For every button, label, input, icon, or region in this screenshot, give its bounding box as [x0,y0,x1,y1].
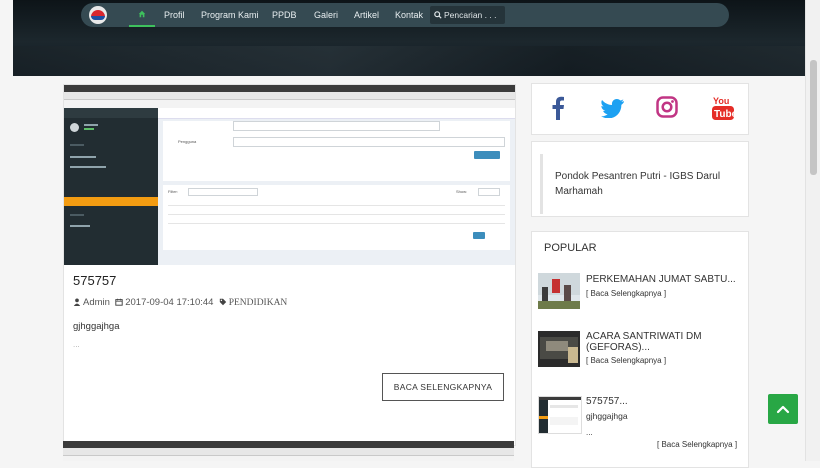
popular-thumb-1[interactable] [538,273,580,309]
post-excerpt: gjhggajhga [73,321,120,332]
popular-title: POPULAR [544,242,597,254]
user-icon [73,298,81,306]
popular-item-link[interactable]: [ Baca Selengkapnya ] [586,356,666,365]
main-navbar: Profil Program Kami PPDB Galeri Artikel … [81,3,729,27]
category-meta: PENDIDIKAN [219,297,288,308]
search-placeholder: Pencarian . . . [444,10,497,20]
page-scrollbar[interactable] [805,0,820,461]
post-card: Pengguna Filter: Show: 575757 Admin 2017… [63,84,516,446]
popular-item-link[interactable]: [ Baca Selengkapnya ] [657,440,737,449]
popular-thumb-2[interactable] [538,331,580,367]
youtube-icon[interactable]: You Tube [712,95,734,121]
nav-galeri[interactable]: Galeri [314,3,338,27]
scrollbar-thumb[interactable] [810,60,817,175]
search-icon [434,11,442,19]
popular-thumb-3[interactable] [538,396,582,434]
date-meta: 2017-09-04 17:10:44 [115,297,213,308]
post-meta: Admin 2017-09-04 17:10:44 PENDIDIKAN [73,297,287,308]
home-icon [138,10,146,18]
nav-program-kami[interactable]: Program Kami [201,3,259,27]
svg-text:You: You [713,96,729,106]
popular-item-title[interactable]: PERKEMAHAN JUMAT SABTU... [586,274,736,285]
nav-ppdb[interactable]: PPDB [272,3,297,27]
chevron-up-icon [776,405,790,414]
tag-icon [219,298,226,306]
nav-profil[interactable]: Profil [164,3,185,27]
twitter-icon[interactable] [601,99,624,118]
post-ellipsis: ... [73,340,80,349]
social-widget: You Tube [531,83,749,135]
post-author: Admin [83,297,110,308]
popular-widget: POPULAR PERKEMAHAN JUMAT SABTU... [ Baca… [531,231,749,468]
instagram-icon[interactable] [656,96,678,118]
school-name: Pondok Pesantren Putri - IGBS Darul Marh… [555,171,721,197]
popular-item-link[interactable]: [ Baca Selengkapnya ] [586,289,666,298]
popular-item-title[interactable]: ACARA SANTRIWATI DM [586,331,702,342]
popular-item-ellipsis: ... [586,428,593,437]
search-input[interactable]: Pencarian . . . [430,6,505,24]
post-date: 2017-09-04 17:10:44 [125,297,214,308]
scroll-to-top-button[interactable] [768,394,798,424]
popular-item-title-continued: (GEFORAS)... [586,342,650,353]
nav-kontak[interactable]: Kontak [395,3,423,27]
popular-item-title[interactable]: 575757... [586,396,628,407]
popular-item-excerpt: gjhggajhga [586,411,628,421]
facebook-icon[interactable] [551,96,565,120]
post-thumbnail[interactable]: Pengguna Filter: Show: [64,85,515,265]
school-widget: Pondok Pesantren Putri - IGBS Darul Marh… [531,141,749,217]
school-logo[interactable] [89,6,107,24]
svg-text:Tube: Tube [714,109,734,120]
read-more-button[interactable]: BACA SELENGKAPNYA [382,373,504,401]
school-quote: Pondok Pesantren Putri - IGBS Darul Marh… [540,154,751,214]
post-title[interactable]: 575757 [73,273,116,288]
nav-artikel[interactable]: Artikel [354,3,379,27]
author-meta: Admin [73,297,110,308]
calendar-icon [115,298,123,306]
next-post-thumbnail[interactable] [63,441,514,461]
post-category[interactable]: PENDIDIKAN [229,298,288,308]
nav-home[interactable] [129,3,155,27]
